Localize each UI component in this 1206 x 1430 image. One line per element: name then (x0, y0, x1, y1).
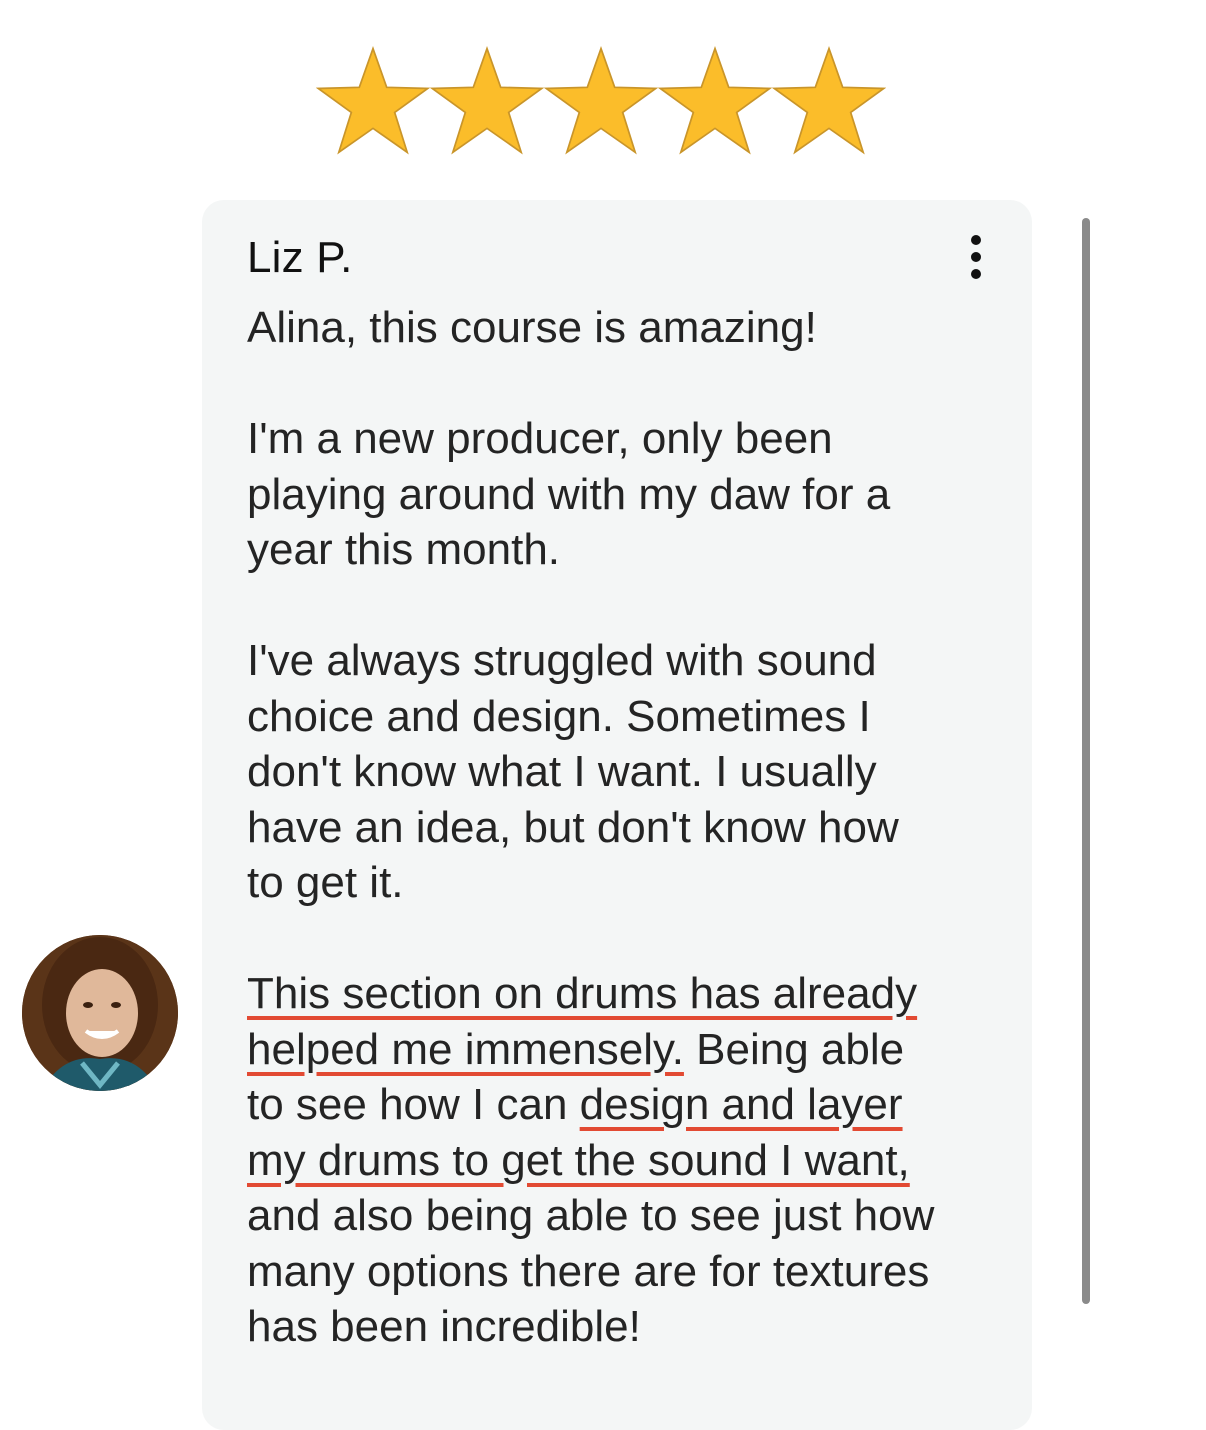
review-line: don't know what I want. I usually (247, 747, 877, 796)
review-phrase: to see how I can (247, 1080, 580, 1129)
more-vertical-icon[interactable] (956, 230, 996, 284)
highlighted-line: This section on drums has already (247, 969, 918, 1018)
review-line: many options there are for textures (247, 1246, 930, 1296)
review-body: Alina, this course is amazing! I'm a new… (247, 300, 1007, 1355)
review-line: year this month. (247, 525, 561, 574)
review-line: to get it. (247, 858, 404, 907)
star-rating (316, 44, 886, 158)
highlighted-phrase: helped me immensely. (247, 1024, 684, 1074)
review-line: has been incredible! (247, 1302, 641, 1351)
review-author: Liz P. (247, 233, 353, 282)
review-line-mixed: helped me immensely. Being able (247, 1022, 1007, 1078)
review-phrase: Being able (683, 1024, 905, 1074)
review-line: I'm a new producer, only been (247, 414, 833, 463)
review-line: playing around with my daw for a (247, 469, 891, 519)
star-icon (544, 44, 658, 158)
star-icon (430, 44, 544, 158)
review-line: Alina, this course is amazing! (247, 303, 817, 352)
review-card: Liz P. Alina, this course is amazing! I'… (202, 200, 1032, 1430)
scrollbar[interactable] (1082, 218, 1090, 1304)
star-icon (658, 44, 772, 158)
highlighted-line: my drums to get the sound I want, (247, 1135, 910, 1185)
review-line: and also being able to see just how (247, 1191, 935, 1240)
review-line: choice and design. Sometimes I (247, 691, 871, 741)
star-icon (772, 44, 886, 158)
avatar[interactable] (22, 935, 178, 1091)
review-line-mixed: to see how I can design and layer (247, 1077, 1007, 1133)
review-line: I've always struggled with sound (247, 636, 877, 685)
menu-dot (971, 235, 981, 245)
highlighted-phrase: design and layer (579, 1080, 903, 1129)
review-line: have an idea, but don't know how (247, 802, 899, 852)
menu-dot (971, 269, 981, 279)
menu-dot (971, 252, 981, 262)
star-icon (316, 44, 430, 158)
